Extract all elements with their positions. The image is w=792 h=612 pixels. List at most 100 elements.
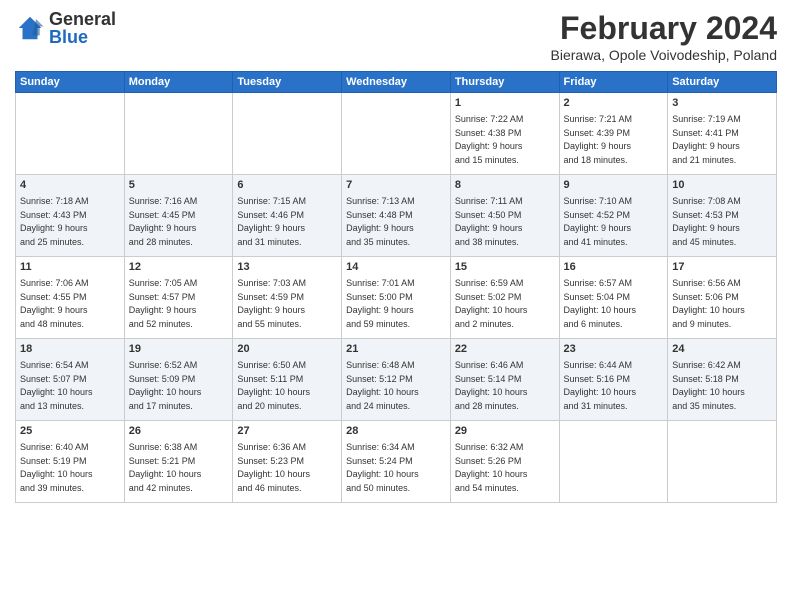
day-info-22: Sunrise: 6:46 AM Sunset: 5:14 PM Dayligh… [455, 360, 528, 411]
day-number-27: 27 [237, 424, 337, 439]
day-info-9: Sunrise: 7:10 AM Sunset: 4:52 PM Dayligh… [564, 196, 633, 247]
day-info-4: Sunrise: 7:18 AM Sunset: 4:43 PM Dayligh… [20, 196, 89, 247]
cell-w4-d3: 21Sunrise: 6:48 AM Sunset: 5:12 PM Dayli… [342, 339, 451, 421]
day-number-11: 11 [20, 260, 120, 275]
day-number-1: 1 [455, 96, 555, 111]
cell-w2-d4: 8Sunrise: 7:11 AM Sunset: 4:50 PM Daylig… [450, 175, 559, 257]
day-number-7: 7 [346, 178, 446, 193]
day-number-15: 15 [455, 260, 555, 275]
day-number-24: 24 [672, 342, 772, 357]
day-info-16: Sunrise: 6:57 AM Sunset: 5:04 PM Dayligh… [564, 278, 637, 329]
day-info-20: Sunrise: 6:50 AM Sunset: 5:11 PM Dayligh… [237, 360, 310, 411]
week-row-2: 4 Sunrise: 7:18 AM Sunset: 4:43 PM Daylig… [16, 175, 777, 257]
day-number-16: 16 [564, 260, 664, 275]
location-subtitle: Bierawa, Opole Voivodeship, Poland [551, 47, 777, 63]
col-wednesday: Wednesday [342, 72, 451, 93]
title-block: February 2024 Bierawa, Opole Voivodeship… [551, 10, 777, 63]
cell-w4-d6: 24 Sunrise: 6:42 AM Sunset: 5:18 PM Dayli… [668, 339, 777, 421]
day-number-12: 12 [129, 260, 229, 275]
cell-w5-d0: 25Sunrise: 6:40 AM Sunset: 5:19 PM Dayli… [16, 421, 125, 503]
day-number-17: 17 [672, 260, 772, 275]
cell-w4-d5: 23 Sunrise: 6:44 AM Sunset: 5:16 PM Dayli… [559, 339, 668, 421]
day-info-13: Sunrise: 7:03 AM Sunset: 4:59 PM Dayligh… [237, 278, 306, 329]
week-row-5: 25Sunrise: 6:40 AM Sunset: 5:19 PM Dayli… [16, 421, 777, 503]
cell-w3-d1: 12 Sunrise: 7:05 AM Sunset: 4:57 PM Dayli… [124, 257, 233, 339]
day-info-27: Sunrise: 6:36 AM Sunset: 5:23 PM Dayligh… [237, 442, 310, 493]
day-number-29: 29 [455, 424, 555, 439]
cell-w2-d2: 6Sunrise: 7:15 AM Sunset: 4:46 PM Daylig… [233, 175, 342, 257]
day-info-14: Sunrise: 7:01 AM Sunset: 5:00 PM Dayligh… [346, 278, 415, 329]
day-info-23: Sunrise: 6:44 AM Sunset: 5:16 PM Dayligh… [564, 360, 637, 411]
calendar-table: Sunday Monday Tuesday Wednesday Thursday… [15, 71, 777, 503]
day-info-1: Sunrise: 7:22 AM Sunset: 4:38 PM Dayligh… [455, 114, 524, 165]
day-number-5: 5 [129, 178, 229, 193]
cell-w3-d3: 14 Sunrise: 7:01 AM Sunset: 5:00 PM Dayli… [342, 257, 451, 339]
week-row-4: 18 Sunrise: 6:54 AM Sunset: 5:07 PM Dayli… [16, 339, 777, 421]
cell-w5-d6 [668, 421, 777, 503]
day-number-2: 2 [564, 96, 664, 111]
day-info-10: Sunrise: 7:08 AM Sunset: 4:53 PM Dayligh… [672, 196, 741, 247]
logo-text: General Blue [49, 10, 116, 46]
week-row-1: 1 Sunrise: 7:22 AM Sunset: 4:38 PM Daylig… [16, 93, 777, 175]
header-row: Sunday Monday Tuesday Wednesday Thursday… [16, 72, 777, 93]
cell-w3-d5: 16 Sunrise: 6:57 AM Sunset: 5:04 PM Dayli… [559, 257, 668, 339]
col-thursday: Thursday [450, 72, 559, 93]
day-number-9: 9 [564, 178, 664, 193]
day-number-4: 4 [20, 178, 120, 193]
day-info-26: Sunrise: 6:38 AM Sunset: 5:21 PM Dayligh… [129, 442, 202, 493]
cell-w3-d6: 17Sunrise: 6:56 AM Sunset: 5:06 PM Dayli… [668, 257, 777, 339]
cell-w1-d5: 2 Sunrise: 7:21 AM Sunset: 4:39 PM Daylig… [559, 93, 668, 175]
cell-w1-d4: 1 Sunrise: 7:22 AM Sunset: 4:38 PM Daylig… [450, 93, 559, 175]
day-info-7: Sunrise: 7:13 AM Sunset: 4:48 PM Dayligh… [346, 196, 415, 247]
day-number-13: 13 [237, 260, 337, 275]
day-info-8: Sunrise: 7:11 AM Sunset: 4:50 PM Dayligh… [455, 196, 523, 247]
col-friday: Friday [559, 72, 668, 93]
day-number-22: 22 [455, 342, 555, 357]
day-info-2: Sunrise: 7:21 AM Sunset: 4:39 PM Dayligh… [564, 114, 633, 165]
cell-w1-d2 [233, 93, 342, 175]
logo-general-text: General [49, 10, 116, 28]
cell-w5-d3: 28 Sunrise: 6:34 AM Sunset: 5:24 PM Dayli… [342, 421, 451, 503]
cell-w4-d2: 20 Sunrise: 6:50 AM Sunset: 5:11 PM Dayli… [233, 339, 342, 421]
day-number-18: 18 [20, 342, 120, 357]
day-number-6: 6 [237, 178, 337, 193]
col-monday: Monday [124, 72, 233, 93]
day-info-11: Sunrise: 7:06 AM Sunset: 4:55 PM Dayligh… [20, 278, 89, 329]
header: General Blue February 2024 Bierawa, Opol… [15, 10, 777, 63]
cell-w5-d2: 27 Sunrise: 6:36 AM Sunset: 5:23 PM Dayli… [233, 421, 342, 503]
cell-w2-d1: 5 Sunrise: 7:16 AM Sunset: 4:45 PM Daylig… [124, 175, 233, 257]
cell-w1-d1 [124, 93, 233, 175]
col-sunday: Sunday [16, 72, 125, 93]
day-number-14: 14 [346, 260, 446, 275]
logo-blue-text: Blue [49, 28, 116, 46]
day-info-25: Sunrise: 6:40 AM Sunset: 5:19 PM Dayligh… [20, 442, 93, 493]
day-info-18: Sunrise: 6:54 AM Sunset: 5:07 PM Dayligh… [20, 360, 93, 411]
day-number-26: 26 [129, 424, 229, 439]
month-title: February 2024 [551, 10, 777, 47]
cell-w5-d4: 29Sunrise: 6:32 AM Sunset: 5:26 PM Dayli… [450, 421, 559, 503]
day-number-19: 19 [129, 342, 229, 357]
page: General Blue February 2024 Bierawa, Opol… [0, 0, 792, 612]
day-number-10: 10 [672, 178, 772, 193]
day-number-20: 20 [237, 342, 337, 357]
cell-w1-d3 [342, 93, 451, 175]
day-info-3: Sunrise: 7:19 AM Sunset: 4:41 PM Dayligh… [672, 114, 741, 165]
cell-w4-d0: 18 Sunrise: 6:54 AM Sunset: 5:07 PM Dayli… [16, 339, 125, 421]
cell-w3-d4: 15 Sunrise: 6:59 AM Sunset: 5:02 PM Dayli… [450, 257, 559, 339]
day-info-5: Sunrise: 7:16 AM Sunset: 4:45 PM Dayligh… [129, 196, 198, 247]
day-number-28: 28 [346, 424, 446, 439]
cell-w5-d5 [559, 421, 668, 503]
cell-w2-d5: 9 Sunrise: 7:10 AM Sunset: 4:52 PM Daylig… [559, 175, 668, 257]
logo-icon [15, 13, 45, 43]
day-info-24: Sunrise: 6:42 AM Sunset: 5:18 PM Dayligh… [672, 360, 745, 411]
cell-w2-d0: 4 Sunrise: 7:18 AM Sunset: 4:43 PM Daylig… [16, 175, 125, 257]
day-info-12: Sunrise: 7:05 AM Sunset: 4:57 PM Dayligh… [129, 278, 198, 329]
cell-w2-d3: 7 Sunrise: 7:13 AM Sunset: 4:48 PM Daylig… [342, 175, 451, 257]
cell-w4-d1: 19Sunrise: 6:52 AM Sunset: 5:09 PM Dayli… [124, 339, 233, 421]
day-number-21: 21 [346, 342, 446, 357]
cell-w4-d4: 22 Sunrise: 6:46 AM Sunset: 5:14 PM Dayli… [450, 339, 559, 421]
day-number-23: 23 [564, 342, 664, 357]
day-info-15: Sunrise: 6:59 AM Sunset: 5:02 PM Dayligh… [455, 278, 528, 329]
cell-w1-d6: 3Sunrise: 7:19 AM Sunset: 4:41 PM Daylig… [668, 93, 777, 175]
day-info-28: Sunrise: 6:34 AM Sunset: 5:24 PM Dayligh… [346, 442, 419, 493]
